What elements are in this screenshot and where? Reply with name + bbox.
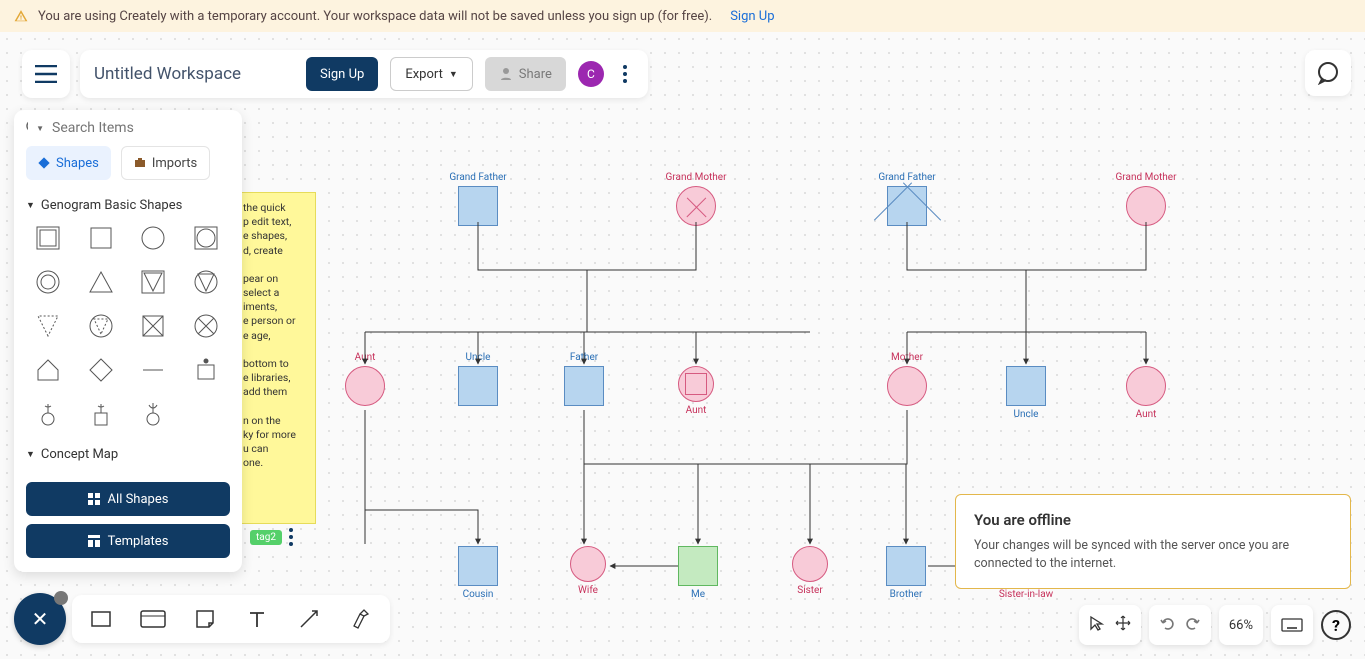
chat-icon bbox=[1316, 61, 1340, 85]
sticky-note[interactable]: the quick p edit text, e shapes, d, crea… bbox=[236, 192, 316, 524]
node-brother[interactable]: Brother bbox=[876, 546, 936, 600]
note-tool[interactable] bbox=[186, 600, 224, 638]
navigation-toolbar bbox=[1079, 605, 1141, 645]
keyboard-button[interactable] bbox=[1271, 605, 1313, 645]
search-icon bbox=[26, 120, 28, 136]
caret-down-icon: ▼ bbox=[26, 449, 35, 460]
card-tool[interactable] bbox=[134, 600, 172, 638]
templates-button[interactable]: Templates bbox=[26, 524, 230, 558]
shape-knot2[interactable] bbox=[81, 397, 121, 431]
user-avatar[interactable]: C bbox=[578, 61, 604, 87]
sticky-menu-icon[interactable] bbox=[282, 528, 300, 546]
menu-button[interactable] bbox=[22, 50, 70, 98]
sticky-tag[interactable]: tag2 bbox=[250, 530, 282, 545]
shape-house[interactable] bbox=[28, 353, 68, 387]
text-tool[interactable] bbox=[238, 600, 276, 638]
share-button[interactable]: Share bbox=[485, 57, 566, 91]
shape-diamond[interactable] bbox=[81, 353, 121, 387]
node-grandmother-1[interactable]: Grand Mother bbox=[666, 172, 726, 226]
node-aunt-mid[interactable]: Aunt bbox=[666, 366, 726, 416]
shape-triangle-box[interactable] bbox=[133, 265, 173, 299]
node-mother[interactable]: Mother bbox=[877, 352, 937, 406]
node-grandfather-1[interactable]: Grand Father bbox=[448, 172, 508, 226]
drawing-toolbar bbox=[72, 595, 390, 643]
shape-square-dot[interactable] bbox=[186, 353, 226, 387]
grid-icon bbox=[88, 493, 100, 505]
shapes-panel: ▼ Shapes Imports ▼Genogram Basic Shapes bbox=[14, 110, 242, 572]
diamond-icon bbox=[38, 157, 50, 169]
close-panel-button[interactable]: ✕ bbox=[14, 593, 66, 645]
node-grandfather-2[interactable]: Grand Father bbox=[877, 172, 937, 226]
tab-imports[interactable]: Imports bbox=[121, 146, 210, 180]
help-button[interactable]: ? bbox=[1321, 610, 1351, 640]
history-toolbar bbox=[1149, 605, 1211, 645]
shape-square-x[interactable] bbox=[133, 309, 173, 343]
node-cousin[interactable]: Cousin bbox=[448, 546, 508, 600]
arrow-tool[interactable] bbox=[290, 600, 328, 638]
shape-circle[interactable] bbox=[133, 221, 173, 255]
node-me[interactable]: Me bbox=[668, 546, 728, 600]
pointer-tool[interactable] bbox=[1089, 615, 1105, 635]
shape-double-circle[interactable] bbox=[28, 265, 68, 299]
hamburger-icon bbox=[35, 65, 57, 83]
chat-button[interactable] bbox=[1305, 50, 1351, 96]
node-wife[interactable]: Wife bbox=[558, 546, 618, 596]
node-sister[interactable]: Sister bbox=[780, 546, 840, 596]
shape-dotted-triangle[interactable] bbox=[28, 309, 68, 343]
signup-button[interactable]: Sign Up bbox=[306, 57, 378, 91]
all-shapes-button[interactable]: All Shapes bbox=[26, 482, 230, 516]
shape-knot1[interactable] bbox=[28, 397, 68, 431]
notification-signup-link[interactable]: Sign Up bbox=[730, 9, 774, 24]
caret-down-icon: ▼ bbox=[449, 69, 458, 80]
shape-circle-circle[interactable] bbox=[186, 221, 226, 255]
zoom-level[interactable]: 66% bbox=[1219, 605, 1263, 645]
section-genogram[interactable]: ▼Genogram Basic Shapes bbox=[26, 192, 230, 219]
redo-button[interactable] bbox=[1185, 615, 1201, 635]
shape-circle-dotted-tri[interactable] bbox=[81, 309, 121, 343]
shape-circle-x[interactable] bbox=[186, 309, 226, 343]
node-uncle-right[interactable]: Uncle bbox=[996, 366, 1056, 420]
undo-button[interactable] bbox=[1159, 615, 1175, 635]
node-aunt-right[interactable]: Aunt bbox=[1116, 366, 1176, 420]
section-concept-map[interactable]: ▼Concept Map bbox=[26, 441, 230, 468]
rectangle-tool[interactable] bbox=[82, 600, 120, 638]
offline-toast: You are offline Your changes will be syn… bbox=[955, 494, 1351, 589]
briefcase-icon bbox=[134, 157, 146, 169]
search-input[interactable] bbox=[52, 120, 230, 136]
export-button[interactable]: Export▼ bbox=[390, 57, 472, 91]
node-grandmother-2[interactable]: Grand Mother bbox=[1116, 172, 1176, 226]
workspace-title-input[interactable] bbox=[94, 64, 294, 84]
shape-triangle-circle[interactable] bbox=[186, 265, 226, 299]
share-icon bbox=[499, 67, 513, 81]
toast-body: Your changes will be synced with the ser… bbox=[974, 537, 1332, 572]
caret-down-icon: ▼ bbox=[36, 124, 44, 133]
node-aunt-left[interactable]: Aunt bbox=[335, 352, 395, 406]
workspace-toolbar: Sign Up Export▼ Share C bbox=[80, 50, 648, 98]
shape-triangle[interactable] bbox=[81, 265, 121, 299]
notification-text: You are using Creately with a temporary … bbox=[38, 9, 712, 24]
node-father[interactable]: Father bbox=[554, 352, 614, 406]
template-icon bbox=[88, 535, 100, 547]
shape-double-square[interactable] bbox=[28, 221, 68, 255]
notification-bar: You are using Creately with a temporary … bbox=[0, 0, 1365, 32]
toast-title: You are offline bbox=[974, 511, 1332, 529]
pan-tool[interactable] bbox=[1115, 615, 1131, 635]
pen-tool[interactable] bbox=[342, 600, 380, 638]
keyboard-icon bbox=[1281, 618, 1303, 632]
badge-icon bbox=[54, 591, 68, 605]
caret-down-icon: ▼ bbox=[26, 200, 35, 211]
shape-square[interactable] bbox=[81, 221, 121, 255]
tab-shapes[interactable]: Shapes bbox=[26, 146, 111, 180]
shape-line[interactable] bbox=[133, 353, 173, 387]
node-uncle-left[interactable]: Uncle bbox=[448, 352, 508, 406]
more-menu-button[interactable] bbox=[616, 65, 634, 83]
warning-icon bbox=[14, 9, 28, 23]
shape-knot3[interactable] bbox=[133, 397, 173, 431]
